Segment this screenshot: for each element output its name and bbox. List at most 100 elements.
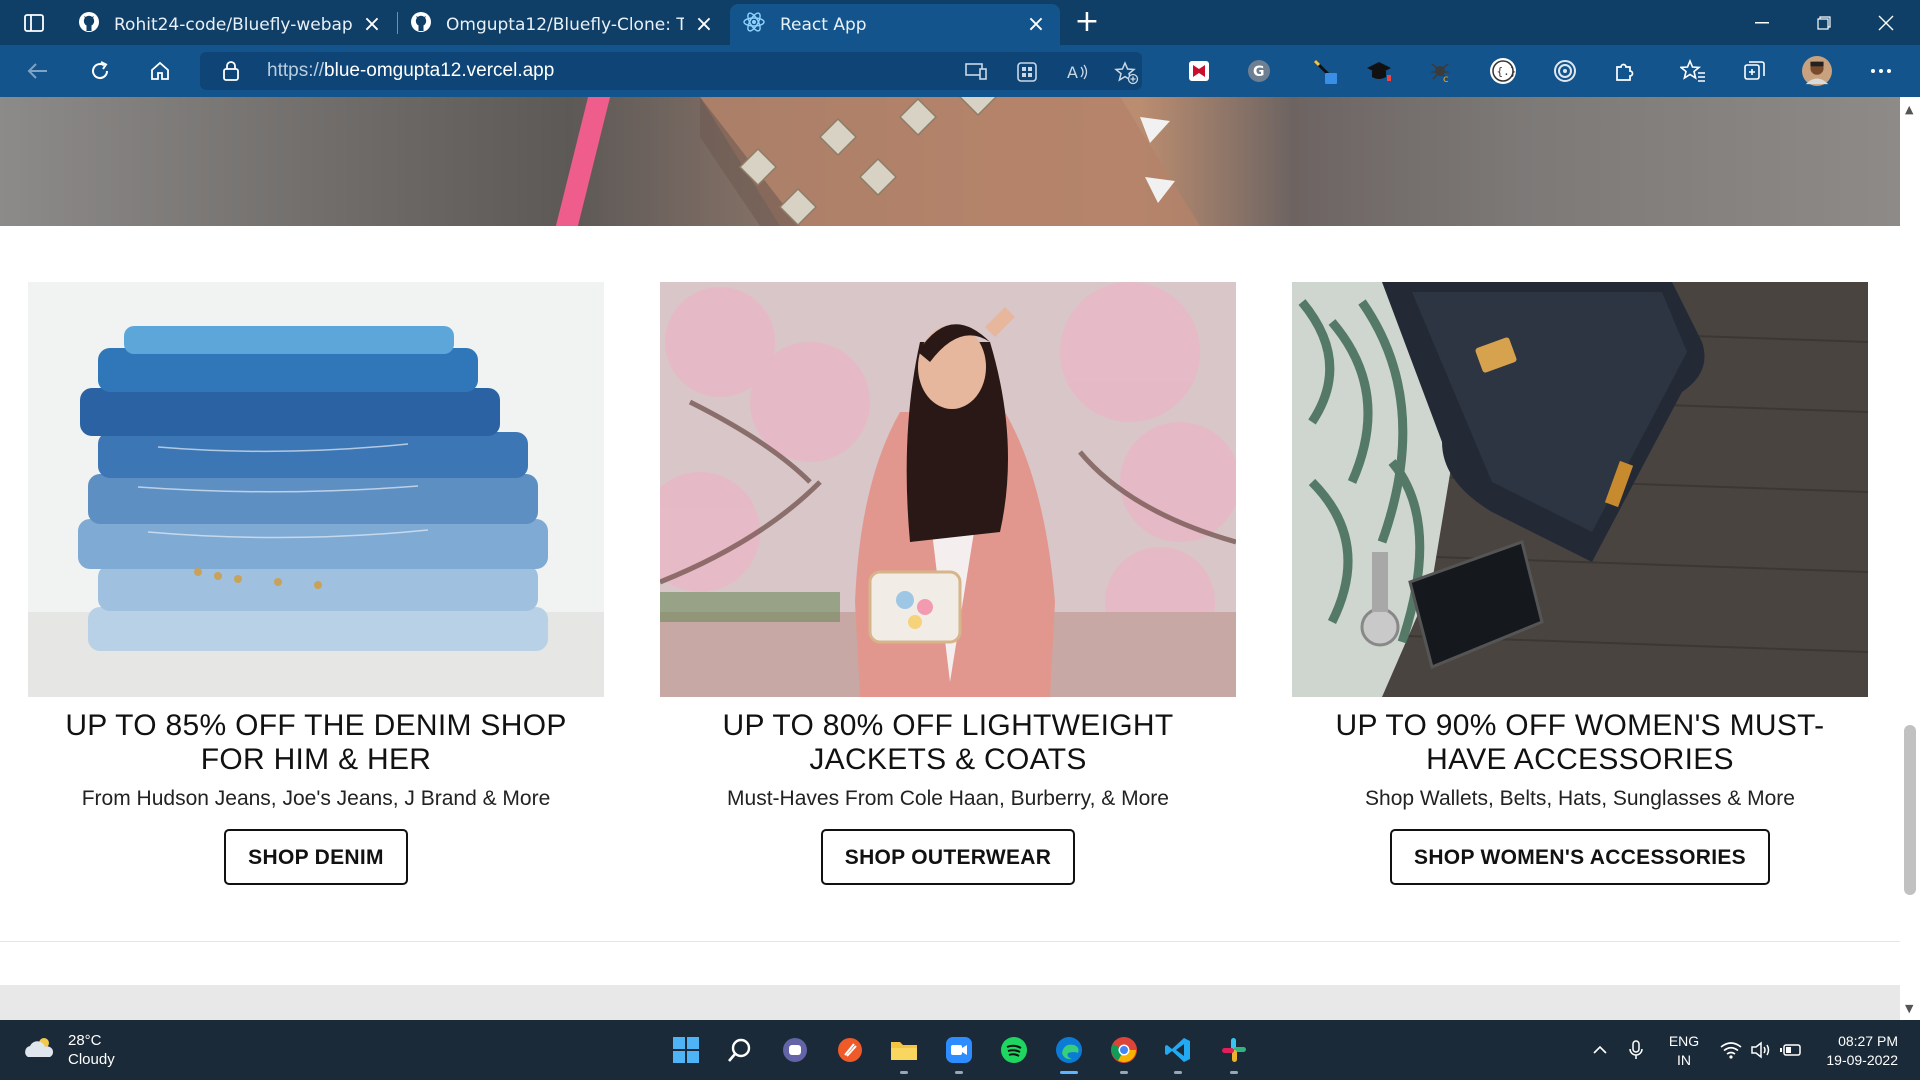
cloud-icon bbox=[22, 1035, 56, 1065]
github-icon bbox=[410, 11, 432, 38]
close-icon[interactable]: × bbox=[692, 12, 716, 37]
tab-title: Omgupta12/Bluefly-Clone: This p bbox=[446, 14, 684, 35]
zoom-icon[interactable] bbox=[941, 1032, 977, 1068]
tab-title: Rohit24-code/Bluefly-webapp: Th bbox=[114, 14, 352, 35]
extensions-puzzle-icon[interactable] bbox=[1610, 56, 1640, 86]
slack-icon[interactable] bbox=[1216, 1032, 1252, 1068]
woman-jacket-image[interactable] bbox=[660, 282, 1236, 697]
home-button[interactable] bbox=[142, 55, 178, 87]
refresh-button[interactable] bbox=[82, 55, 118, 87]
file-explorer-icon[interactable] bbox=[886, 1032, 922, 1068]
lock-icon[interactable] bbox=[222, 60, 240, 86]
chevron-up-icon[interactable] bbox=[1588, 1020, 1612, 1080]
app-available-icon[interactable] bbox=[964, 61, 988, 83]
promo-card-outerwear: UP TO 80% OFF LIGHTWEIGHT JACKETS & COAT… bbox=[660, 282, 1236, 885]
browser-toolbar: https://blue-omgupta12.vercel.app A G c … bbox=[0, 45, 1920, 129]
github-icon bbox=[78, 11, 100, 38]
wifi-icon[interactable] bbox=[1718, 1020, 1744, 1080]
clock-time: 08:27 PM bbox=[1838, 1033, 1898, 1049]
graduation-cap-extension-icon[interactable] bbox=[1364, 56, 1394, 86]
weather-widget[interactable]: 28°C Cloudy bbox=[22, 1031, 115, 1069]
accessories-image[interactable] bbox=[1292, 282, 1868, 697]
card-title: UP TO 80% OFF LIGHTWEIGHT JACKETS & COAT… bbox=[722, 709, 1174, 776]
address-bar[interactable]: https://blue-omgupta12.vercel.app A bbox=[200, 52, 1142, 90]
target-extension-icon[interactable] bbox=[1550, 56, 1580, 86]
add-favorite-icon[interactable] bbox=[1114, 61, 1139, 85]
tab-react-app[interactable]: React App × bbox=[730, 4, 1060, 45]
edge-icon[interactable] bbox=[1051, 1032, 1087, 1068]
react-icon bbox=[742, 11, 766, 38]
url-text[interactable]: https://blue-omgupta12.vercel.app bbox=[267, 60, 554, 82]
system-clock[interactable]: 08:27 PM 19-09-2022 bbox=[1808, 1032, 1898, 1070]
card-subtitle: From Hudson Jeans, Joe's Jeans, J Brand … bbox=[81, 787, 551, 810]
promo-card-denim: UP TO 85% OFF THE DENIM SHOP FOR HIM & H… bbox=[28, 282, 604, 885]
tab-bluefly-clone[interactable]: Omgupta12/Bluefly-Clone: This p × bbox=[398, 4, 728, 45]
shop-denim-button[interactable]: SHOP DENIM bbox=[224, 829, 408, 885]
chrome-icon[interactable] bbox=[1106, 1032, 1142, 1068]
lang-bottom: IN bbox=[1677, 1052, 1691, 1068]
brave-icon[interactable] bbox=[832, 1032, 868, 1068]
jeans-photo bbox=[28, 282, 604, 697]
vscode-icon[interactable] bbox=[1160, 1032, 1196, 1068]
collections-icon[interactable] bbox=[1740, 56, 1770, 86]
card-title: UP TO 85% OFF THE DENIM SHOP FOR HIM & H… bbox=[65, 709, 567, 776]
card-subtitle: Shop Wallets, Belts, Hats, Sunglasses & … bbox=[1365, 787, 1795, 810]
new-tab-button[interactable]: + bbox=[1070, 6, 1104, 40]
scroll-down-icon[interactable]: ▼ bbox=[1905, 1002, 1913, 1015]
page-viewport: UP TO 85% OFF THE DENIM SHOP FOR HIM & H… bbox=[0, 97, 1900, 1020]
spotify-icon[interactable] bbox=[996, 1032, 1032, 1068]
tab-actions-icon[interactable] bbox=[14, 9, 54, 37]
close-icon[interactable]: × bbox=[360, 12, 384, 37]
studded-shoe-graphic bbox=[700, 97, 1200, 226]
search-icon[interactable] bbox=[722, 1032, 758, 1068]
footer-band bbox=[0, 985, 1900, 1020]
browser-tabstrip: Rohit24-code/Bluefly-webapp: Th × Omgupt… bbox=[0, 0, 1920, 45]
card-title: UP TO 90% OFF WOMEN'S MUST-HAVE ACCESSOR… bbox=[1335, 709, 1825, 776]
microphone-icon[interactable] bbox=[1624, 1020, 1648, 1080]
avatar[interactable] bbox=[1802, 56, 1832, 86]
back-button[interactable] bbox=[20, 55, 56, 87]
restore-button[interactable] bbox=[1794, 0, 1854, 45]
active-indicator bbox=[1060, 1071, 1078, 1074]
denim-stack-image[interactable] bbox=[28, 282, 604, 697]
language-indicator[interactable]: ENG IN bbox=[1666, 1032, 1702, 1070]
apps-grid-icon[interactable] bbox=[1016, 61, 1040, 83]
close-window-button[interactable] bbox=[1856, 0, 1916, 45]
shop-womens-accessories-button[interactable]: SHOP WOMEN'S ACCESSORIES bbox=[1390, 829, 1770, 885]
promo-card-accessories: UP TO 90% OFF WOMEN'S MUST-HAVE ACCESSOR… bbox=[1292, 282, 1868, 885]
running-indicator bbox=[1120, 1071, 1128, 1074]
json-viewer-extension-icon[interactable]: {.} bbox=[1488, 56, 1518, 86]
tab-title: React App bbox=[780, 14, 867, 35]
accessories-photo bbox=[1292, 282, 1868, 697]
svg-text:A: A bbox=[1067, 63, 1078, 82]
hero-banner-image[interactable] bbox=[0, 97, 1900, 226]
running-indicator bbox=[1230, 1071, 1238, 1074]
bug-extension-icon[interactable]: c bbox=[1426, 56, 1456, 86]
volume-icon[interactable] bbox=[1748, 1020, 1774, 1080]
mcafee-extension-icon[interactable] bbox=[1184, 56, 1214, 86]
more-options-icon[interactable] bbox=[1866, 56, 1896, 86]
weather-temp: 28°C bbox=[68, 1032, 102, 1049]
lang-top: ENG bbox=[1668, 1033, 1700, 1049]
url-host: blue-omgupta12.vercel.app bbox=[324, 60, 555, 81]
tab-bluefly-webapp[interactable]: Rohit24-code/Bluefly-webapp: Th × bbox=[66, 4, 396, 45]
read-aloud-icon[interactable]: A bbox=[1066, 61, 1090, 83]
minimize-button[interactable] bbox=[1732, 0, 1792, 45]
section-divider bbox=[0, 941, 1900, 942]
favorites-icon[interactable] bbox=[1678, 56, 1708, 86]
grammarly-extension-icon[interactable]: G bbox=[1244, 56, 1274, 86]
teams-icon[interactable] bbox=[777, 1032, 813, 1068]
scrollbar-thumb[interactable] bbox=[1904, 725, 1916, 895]
shop-outerwear-button[interactable]: SHOP OUTERWEAR bbox=[820, 829, 1076, 885]
scroll-up-icon[interactable]: ▲ bbox=[1905, 103, 1913, 116]
start-icon[interactable] bbox=[668, 1032, 704, 1068]
battery-icon[interactable] bbox=[1778, 1020, 1804, 1080]
outerwear-photo bbox=[660, 282, 1236, 697]
close-icon[interactable]: × bbox=[1024, 12, 1048, 37]
color-picker-extension-icon[interactable] bbox=[1310, 56, 1340, 86]
card-subtitle: Must-Haves From Cole Haan, Burberry, & M… bbox=[727, 787, 1169, 810]
clock-date: 19-09-2022 bbox=[1826, 1052, 1898, 1068]
svg-text:G: G bbox=[1253, 64, 1265, 80]
page-scrollbar[interactable]: ▲ ▼ bbox=[1900, 97, 1920, 1020]
weather-desc: Cloudy bbox=[68, 1051, 115, 1068]
